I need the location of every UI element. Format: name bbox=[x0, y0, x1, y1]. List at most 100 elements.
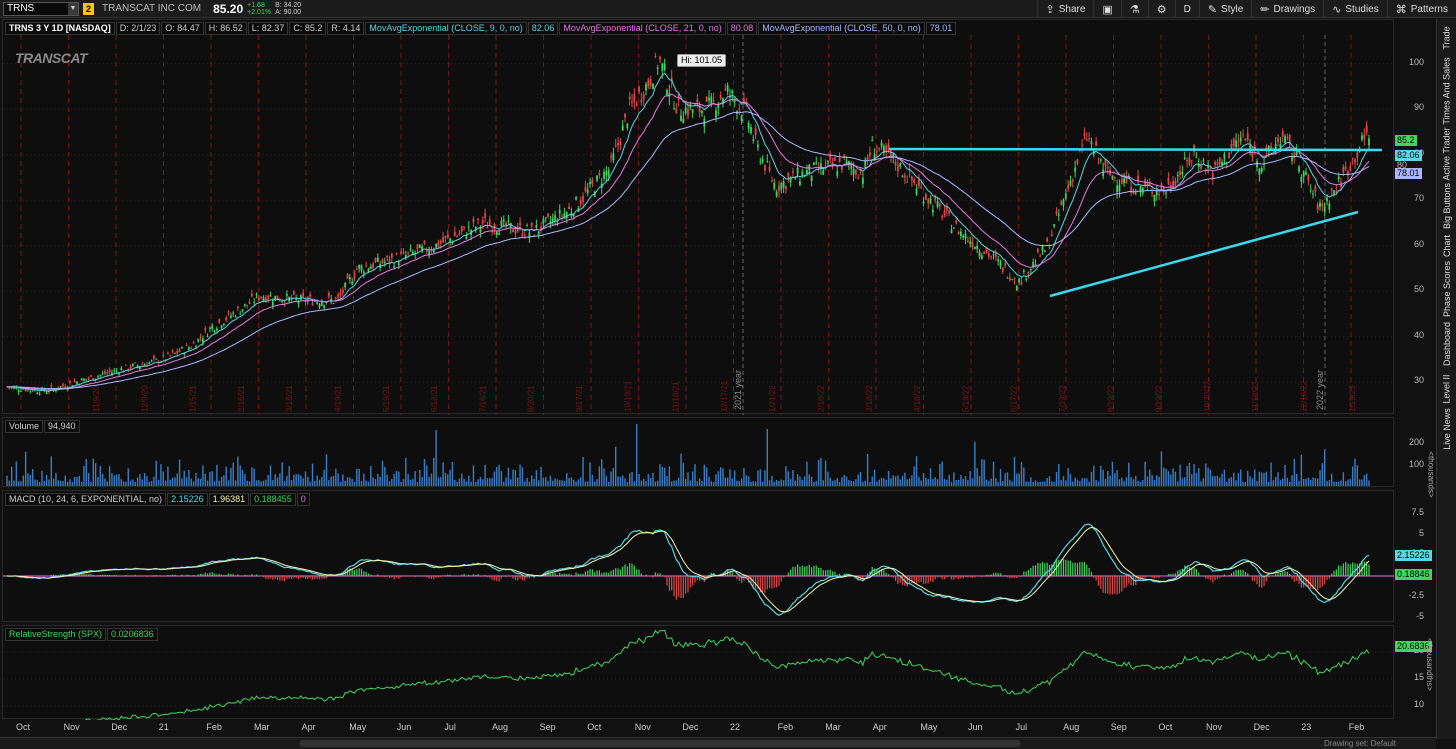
sidebar-tab-active-trader[interactable]: Active Trader bbox=[1439, 127, 1455, 180]
macd-histogram-bar bbox=[367, 573, 370, 576]
relative-strength-panel[interactable]: RelativeStrength (SPX) 0.0206836 bbox=[2, 625, 1395, 720]
ema9-label[interactable]: MovAvgExponential (CLOSE, 9, 0, no) bbox=[365, 22, 527, 35]
chevron-down-icon[interactable]: ▼ bbox=[68, 2, 78, 15]
volume-y-axis[interactable]: 200 100 bbox=[1394, 417, 1430, 487]
rs-label[interactable]: RelativeStrength (SPX) bbox=[5, 628, 107, 641]
volume-panel[interactable]: Volume 94,940 bbox=[2, 417, 1394, 487]
candle-body bbox=[687, 108, 689, 116]
toolbar-button-6[interactable]: ✏ Drawings bbox=[1251, 0, 1323, 18]
toolbar-button-label: Studies bbox=[1345, 3, 1379, 15]
year-label: 2021 year bbox=[733, 370, 743, 410]
volume-bar bbox=[803, 476, 806, 486]
macd-histogram-bar bbox=[820, 567, 822, 576]
volume-bar bbox=[80, 481, 83, 486]
macd-histogram-bar bbox=[1212, 576, 1214, 583]
macd-histogram-bar bbox=[370, 574, 372, 576]
macd-histogram-bar bbox=[185, 574, 188, 576]
sidebar-tab-live-news[interactable]: Live News bbox=[1439, 408, 1455, 450]
macd-label[interactable]: MACD (10, 24, 6, EXPONENTIAL, no) bbox=[5, 493, 167, 506]
toolbar-button-4[interactable]: D bbox=[1174, 0, 1199, 18]
volume-bar bbox=[1163, 467, 1165, 486]
volume-bar bbox=[1328, 480, 1331, 486]
volume-bar bbox=[10, 466, 13, 486]
volume-bar bbox=[827, 471, 829, 486]
volume-bar bbox=[967, 479, 969, 486]
volume-bar bbox=[696, 481, 699, 486]
macd-histogram-bar bbox=[1004, 575, 1006, 576]
macd-histogram-bar bbox=[561, 573, 563, 576]
macd-histogram-bar bbox=[1328, 576, 1330, 579]
toolbar-button-3[interactable]: ⚙ bbox=[1147, 0, 1175, 18]
toolbar-button-0[interactable]: ⇪ Share bbox=[1036, 0, 1094, 18]
volume-bar bbox=[64, 475, 67, 486]
volume-bar bbox=[461, 473, 463, 486]
volume-bar bbox=[897, 475, 899, 486]
macd-histogram-bar bbox=[589, 568, 591, 576]
candle-body bbox=[1286, 136, 1289, 138]
volume-bar bbox=[374, 479, 377, 486]
sidebar-tab-trade[interactable]: Trade bbox=[1439, 23, 1455, 53]
volume-bar bbox=[841, 477, 843, 486]
date-label: 9/17/21 bbox=[575, 385, 584, 412]
price-chart-panel[interactable]: 2021 year 2022 year 11/9/20 12/9/20 1/15/21 2… bbox=[2, 19, 1395, 415]
time-axis[interactable]: Oct Nov Dec 21 Feb Mar Apr May Jun Jul Aug Sep Oct No… bbox=[2, 720, 1394, 736]
macd-histogram-bar bbox=[925, 576, 927, 584]
macd-histogram-bar bbox=[1020, 575, 1023, 576]
candle-body bbox=[603, 171, 605, 179]
candle-body bbox=[1344, 166, 1347, 170]
macd-histogram-bar bbox=[521, 576, 524, 581]
toolbar-button-5[interactable]: ✎ Style bbox=[1198, 0, 1251, 18]
sidebar-tab-big-buttons[interactable]: Big Buttons bbox=[1439, 181, 1455, 231]
volume-bar bbox=[724, 477, 727, 486]
volume-bar bbox=[810, 476, 813, 486]
volume-bar bbox=[1268, 481, 1270, 486]
scrollbar-thumb[interactable] bbox=[300, 740, 1020, 747]
sidebar-tab-times-and-sales[interactable]: Times And Sales bbox=[1439, 55, 1455, 127]
volume-bar bbox=[1018, 473, 1020, 486]
volume-bar bbox=[1069, 473, 1072, 486]
candle-body bbox=[850, 166, 853, 169]
price-chart-canvas[interactable]: 2021 year 2022 year11/9/20 12/9/20 1/15/21 2… bbox=[3, 20, 1395, 415]
ema21-label[interactable]: MovAvgExponential (CLOSE, 21, 0, no) bbox=[559, 22, 726, 35]
date-label: 4/19/21 bbox=[334, 385, 343, 412]
symbol-selector[interactable]: TRNS ▼ bbox=[3, 1, 79, 16]
sidebar-tab-dashboard[interactable]: Dashboard bbox=[1439, 319, 1455, 369]
sidebar-tab-chart[interactable]: Chart bbox=[1439, 233, 1455, 259]
candle-body bbox=[607, 170, 610, 176]
candle-body bbox=[1235, 140, 1237, 148]
volume-bar bbox=[1342, 472, 1345, 486]
sidebar-tab-level-ii[interactable]: Level II bbox=[1439, 371, 1455, 407]
candle-body bbox=[799, 181, 801, 186]
chart-scrollbar[interactable]: Drawing set: Default bbox=[0, 737, 1436, 749]
candle-body bbox=[311, 302, 314, 306]
volume-bar bbox=[246, 480, 248, 486]
toolbar-button-1[interactable]: ▣ bbox=[1093, 0, 1120, 18]
volume-bar bbox=[950, 481, 953, 486]
candle-body bbox=[206, 335, 209, 338]
volume-bar bbox=[234, 480, 237, 486]
toolbar-button-2[interactable]: ⚗ bbox=[1120, 0, 1148, 18]
date-label: 5/19/21 bbox=[382, 385, 391, 412]
toolbar-button-7[interactable]: ∿ Studies bbox=[1323, 0, 1387, 18]
link-group-badge[interactable]: 2 bbox=[83, 2, 95, 15]
price-y-axis[interactable]: 10090807060504030 bbox=[1394, 19, 1430, 414]
ema50-label[interactable]: MovAvgExponential (CLOSE, 50, 0, no) bbox=[758, 22, 925, 35]
sidebar-tab-phase-scores[interactable]: Phase Scores bbox=[1439, 261, 1455, 317]
volume-bar bbox=[1242, 481, 1244, 486]
volume-bar bbox=[101, 473, 104, 486]
candle-body bbox=[1279, 143, 1282, 148]
macd-histogram-bar bbox=[519, 576, 521, 579]
macd-histogram-bar bbox=[311, 576, 314, 580]
volume-bar bbox=[668, 466, 671, 486]
toolbar-button-8[interactable]: ⌘ Patterns bbox=[1386, 0, 1456, 18]
candle-body bbox=[1074, 167, 1077, 172]
volume-bar bbox=[640, 480, 643, 486]
candle-body bbox=[773, 183, 776, 189]
candle-body bbox=[1046, 238, 1049, 242]
volume-bar bbox=[402, 478, 405, 486]
candle-body bbox=[761, 158, 764, 163]
candle-body bbox=[610, 155, 612, 158]
macd-panel[interactable]: MACD (10, 24, 6, EXPONENTIAL, no) 2.1522… bbox=[2, 490, 1395, 622]
volume-label[interactable]: Volume bbox=[5, 420, 44, 433]
candle-body bbox=[962, 235, 965, 238]
